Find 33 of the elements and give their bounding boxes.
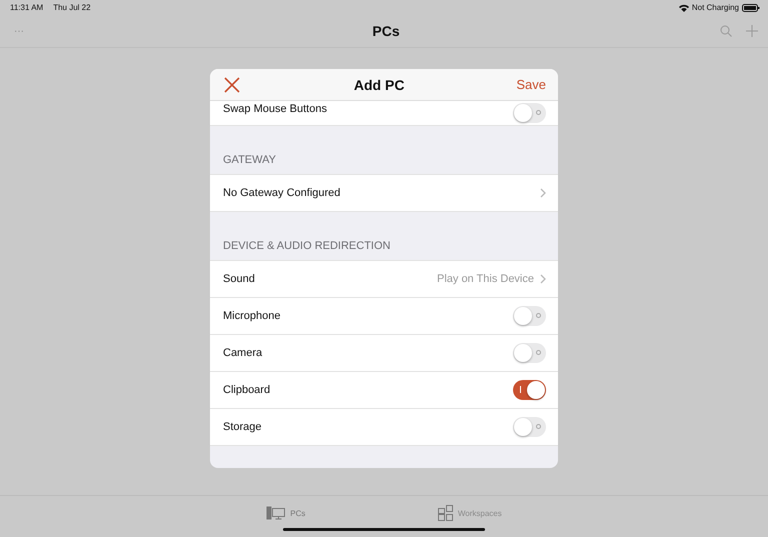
wifi-icon — [678, 4, 689, 12]
search-icon[interactable] — [720, 25, 732, 37]
row-label: Microphone — [223, 310, 280, 322]
save-button[interactable]: Save — [516, 77, 546, 92]
chevron-icon — [540, 274, 546, 284]
row-label: Camera — [223, 347, 262, 359]
row-label: Swap Mouse Buttons — [223, 103, 327, 115]
close-button[interactable] — [222, 74, 242, 94]
page-title: PCs — [372, 23, 400, 39]
row-value: Play on This Device — [436, 273, 534, 285]
toggle-switch[interactable] — [513, 343, 546, 363]
charging-status: Not Charging — [692, 3, 739, 12]
row-label: Storage — [223, 421, 262, 433]
chevron-icon — [540, 188, 546, 198]
tab-item[interactable]: PCs — [260, 496, 312, 530]
toggle-switch[interactable] — [513, 103, 546, 123]
section-header: GATEWAY — [223, 154, 276, 166]
battery-icon — [742, 4, 760, 12]
more-button[interactable]: ··· — [14, 26, 24, 36]
dialog-title: Add PC — [354, 76, 404, 92]
toggle-switch[interactable] — [513, 417, 546, 437]
row-label: No Gateway Configured — [223, 187, 340, 199]
computer-icon — [266, 506, 286, 520]
status-time: 11:31 AM — [10, 3, 44, 12]
toggle-switch[interactable] — [513, 380, 546, 400]
section-header: DEVICE & AUDIO REDIRECTION — [223, 240, 390, 252]
row-label: Clipboard — [223, 384, 270, 396]
grid-icon — [438, 505, 454, 521]
status-date: Thu Jul 22 — [53, 3, 91, 12]
row-label: Sound — [223, 273, 255, 285]
toggle-switch[interactable] — [513, 306, 546, 326]
add-icon[interactable] — [746, 25, 758, 37]
tab-item[interactable]: Workspaces — [432, 496, 508, 530]
